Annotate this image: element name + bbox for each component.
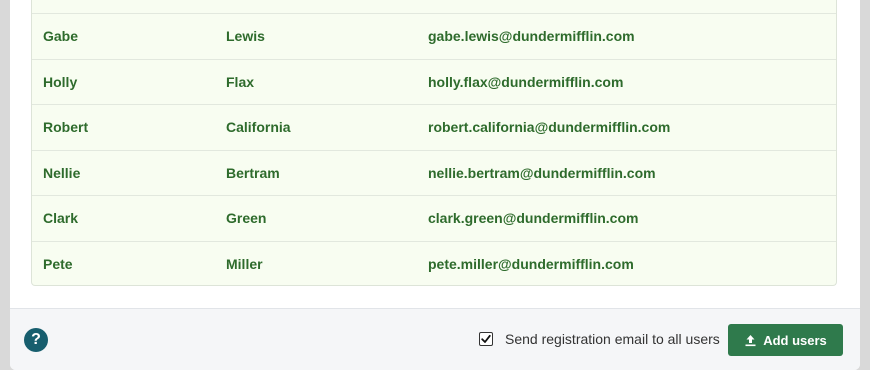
first-name-cell: Nellie (43, 164, 81, 181)
add-users-modal: Gabe Lewis gabe.lewis@dundermifflin.com … (10, 0, 860, 370)
email-cell: clark.green@dundermifflin.com (428, 210, 639, 227)
first-name-cell: Pete (43, 256, 73, 273)
table-row: Nellie Bertram nellie.bertram@dundermiff… (32, 151, 836, 196)
last-name-cell: Lewis (226, 28, 265, 45)
last-name-cell: Green (226, 210, 267, 227)
first-name-cell: Robert (43, 119, 89, 136)
send-email-label[interactable]: Send registration email to all users (505, 331, 720, 347)
table-row: Pete Miller pete.miller@dundermifflin.co… (32, 242, 836, 286)
users-table: Gabe Lewis gabe.lewis@dundermifflin.com … (31, 0, 837, 286)
help-icon[interactable]: ? (24, 328, 48, 352)
modal-footer: ? Send registration email to all users A… (10, 308, 860, 370)
last-name-cell: Bertram (226, 164, 280, 181)
send-email-checkbox[interactable] (479, 332, 493, 346)
table-top-edge (32, 0, 836, 14)
add-users-label: Add users (763, 332, 827, 348)
email-cell: nellie.bertram@dundermifflin.com (428, 164, 656, 181)
last-name-cell: Miller (226, 256, 263, 273)
last-name-cell: Flax (226, 73, 255, 90)
first-name-cell: Gabe (43, 28, 79, 45)
table-row: Robert California robert.california@dund… (32, 105, 836, 151)
first-name-cell: Holly (43, 73, 78, 90)
email-cell: robert.california@dundermifflin.com (428, 119, 671, 136)
table-row: Holly Flax holly.flax@dundermifflin.com (32, 60, 836, 105)
add-users-button[interactable]: Add users (728, 324, 843, 356)
table-row: Gabe Lewis gabe.lewis@dundermifflin.com (32, 14, 836, 60)
email-cell: gabe.lewis@dundermifflin.com (428, 28, 635, 45)
table-row: Clark Green clark.green@dundermifflin.co… (32, 196, 836, 242)
upload-icon (745, 334, 756, 346)
last-name-cell: California (226, 119, 291, 136)
checkmark-icon (481, 334, 491, 343)
first-name-cell: Clark (43, 210, 79, 227)
email-cell: holly.flax@dundermifflin.com (428, 73, 624, 90)
email-cell: pete.miller@dundermifflin.com (428, 256, 634, 273)
